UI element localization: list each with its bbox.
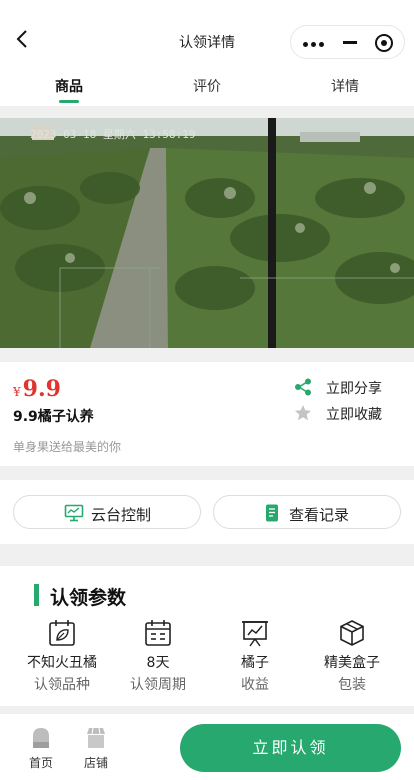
- home-icon: [33, 728, 49, 748]
- tab-reviews[interactable]: 评价: [193, 76, 221, 96]
- camera-timestamp: 2023-03-18 星期六 13:58:19: [30, 128, 196, 141]
- tab-details[interactable]: 详情: [331, 76, 359, 96]
- param-packaging-label: 包装: [338, 677, 366, 693]
- section-title: 认领参数: [50, 587, 127, 609]
- product-name: 9.9橘子认养: [13, 409, 94, 425]
- view-records-button[interactable]: 查看记录: [213, 495, 401, 529]
- action-buttons: 云台控制 查看记录: [0, 480, 414, 544]
- section-accent-bar: [34, 584, 39, 606]
- document-icon: [266, 504, 278, 522]
- tab-product[interactable]: 商品: [55, 76, 83, 96]
- calendar-icon: [145, 620, 171, 646]
- mini-program-capsule: [290, 25, 405, 59]
- param-period: 8天 认领周期: [108, 618, 208, 694]
- param-yield-label: 收益: [241, 677, 269, 693]
- price: ¥9.9: [13, 376, 61, 402]
- orchard-scene: [0, 118, 414, 348]
- param-variety-label: 认领品种: [34, 677, 90, 693]
- bottom-bar: 首页 店铺 立即认领: [0, 714, 414, 780]
- box-icon: [340, 620, 364, 646]
- ptz-control-button[interactable]: 云台控制: [13, 495, 201, 529]
- shop-icon: [87, 727, 105, 748]
- tab-bar: 商品 评价 详情: [0, 64, 414, 106]
- currency-symbol: ¥: [13, 385, 21, 399]
- param-variety-value: 不知火丑橘: [27, 655, 97, 671]
- param-yield: 橘子 收益: [205, 618, 305, 694]
- nav-home[interactable]: 首页: [21, 726, 61, 771]
- minimize-icon[interactable]: [343, 41, 357, 44]
- close-miniprogram-icon[interactable]: [375, 34, 393, 52]
- param-packaging-value: 精美盒子: [324, 655, 380, 671]
- param-period-value: 8天: [146, 655, 170, 671]
- ptz-control-label: 云台控制: [91, 506, 152, 524]
- param-period-label: 认领周期: [130, 677, 186, 693]
- star-icon: [295, 405, 311, 421]
- claim-params-section: 认领参数 不知火丑橘 认领品种 8天 认领周期 橘子 收益 精美盒子 包装: [0, 566, 414, 706]
- share-label: 立即分享: [326, 381, 382, 397]
- active-tab-indicator: [59, 100, 79, 103]
- price-value: 9.9: [22, 376, 61, 402]
- nav-home-label: 首页: [28, 756, 53, 770]
- share-icon: [295, 378, 311, 396]
- favorite-label: 立即收藏: [326, 407, 382, 423]
- nav-shop-label: 店铺: [83, 756, 108, 770]
- chart-board-icon: [242, 621, 268, 647]
- param-packaging: 精美盒子 包装: [302, 618, 402, 694]
- product-description: 单身果送给最美的你: [13, 440, 122, 454]
- leaf-calendar-icon: [49, 620, 75, 646]
- nav-shop[interactable]: 店铺: [76, 726, 116, 771]
- monitor-icon: [64, 504, 84, 522]
- orchard-camera-view[interactable]: 2023-03-18 星期六 13:58:19: [0, 118, 414, 348]
- param-variety: 不知火丑橘 认领品种: [12, 618, 112, 694]
- param-yield-value: 橘子: [241, 655, 269, 671]
- view-records-label: 查看记录: [289, 506, 350, 524]
- more-icon[interactable]: [303, 42, 325, 47]
- product-info: ¥9.9 9.9橘子认养 单身果送给最美的你 立即分享 立即收藏: [0, 362, 414, 466]
- claim-now-button[interactable]: 立即认领: [180, 724, 401, 772]
- top-bar: 认领详情: [0, 0, 414, 64]
